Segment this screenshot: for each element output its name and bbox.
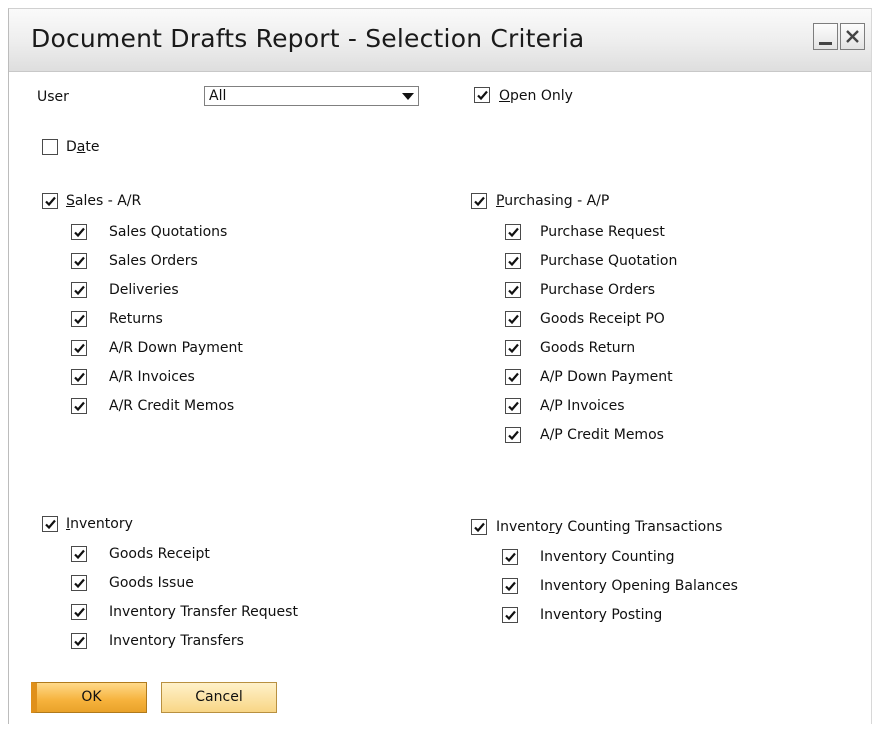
- cancel-button[interactable]: Cancel: [161, 682, 277, 713]
- checkmark-icon: [474, 196, 485, 207]
- goods-return-label[interactable]: Goods Return: [540, 339, 635, 357]
- inventory-transfers-checkbox[interactable]: [71, 633, 87, 649]
- checkmark-icon: [508, 227, 519, 238]
- checkmark-icon: [505, 610, 516, 621]
- inventory-counting-transactions-checkbox[interactable]: [471, 519, 487, 535]
- checkmark-icon: [74, 285, 85, 296]
- a-r-credit-memos-label[interactable]: A/R Credit Memos: [109, 397, 234, 415]
- purchase-quotation-checkbox[interactable]: [505, 253, 521, 269]
- checkmark-icon: [74, 607, 85, 618]
- a-r-invoices-label[interactable]: A/R Invoices: [109, 368, 195, 386]
- checkmark-icon: [74, 549, 85, 560]
- inventory-opening-balances-checkbox[interactable]: [502, 578, 518, 594]
- checkmark-icon: [508, 314, 519, 325]
- date-label[interactable]: Date: [66, 138, 99, 156]
- sales-quotations-checkbox[interactable]: [71, 224, 87, 240]
- minimize-icon: [819, 42, 832, 45]
- goods-receipt-label[interactable]: Goods Receipt: [109, 545, 210, 563]
- checkmark-icon: [508, 256, 519, 267]
- sales-ar-label[interactable]: Sales - A/R: [66, 192, 141, 210]
- a-p-invoices-checkbox[interactable]: [505, 398, 521, 414]
- goods-receipt-checkbox[interactable]: [71, 546, 87, 562]
- inventory-counting-label[interactable]: Inventory Counting: [540, 548, 675, 566]
- a-p-down-payment-label[interactable]: A/P Down Payment: [540, 368, 673, 386]
- inventory-posting-checkbox[interactable]: [502, 607, 518, 623]
- a-r-invoices-checkbox[interactable]: [71, 369, 87, 385]
- checkmark-icon: [74, 227, 85, 238]
- returns-checkbox[interactable]: [71, 311, 87, 327]
- ok-button[interactable]: OK: [31, 682, 147, 713]
- checkmark-icon: [508, 343, 519, 354]
- open-only-checkbox[interactable]: [474, 87, 490, 103]
- inventory-transfers-label[interactable]: Inventory Transfers: [109, 632, 244, 650]
- deliveries-checkbox[interactable]: [71, 282, 87, 298]
- checkmark-icon: [74, 343, 85, 354]
- user-label: User: [37, 89, 69, 105]
- checkmark-icon: [505, 552, 516, 563]
- goods-receipt-po-checkbox[interactable]: [505, 311, 521, 327]
- inventory-opening-balances-label[interactable]: Inventory Opening Balances: [540, 577, 738, 595]
- purchase-orders-label[interactable]: Purchase Orders: [540, 281, 655, 299]
- deliveries-label[interactable]: Deliveries: [109, 281, 179, 299]
- a-p-credit-memos-label[interactable]: A/P Credit Memos: [540, 426, 664, 444]
- checkmark-icon: [508, 285, 519, 296]
- title-bar[interactable]: Document Drafts Report - Selection Crite…: [9, 9, 871, 72]
- inventory-counting-transactions-label[interactable]: Inventory Counting Transactions: [496, 518, 722, 536]
- checkmark-icon: [508, 430, 519, 441]
- inventory-transfer-request-label[interactable]: Inventory Transfer Request: [109, 603, 298, 621]
- purchase-orders-checkbox[interactable]: [505, 282, 521, 298]
- inventory-counting-checkbox[interactable]: [502, 549, 518, 565]
- returns-label[interactable]: Returns: [109, 310, 163, 328]
- user-dropdown-value: All: [209, 88, 227, 104]
- checkmark-icon: [508, 372, 519, 383]
- sales-quotations-label[interactable]: Sales Quotations: [109, 223, 227, 241]
- checkmark-icon: [74, 401, 85, 412]
- goods-receipt-po-label[interactable]: Goods Receipt PO: [540, 310, 665, 328]
- a-p-credit-memos-checkbox[interactable]: [505, 427, 521, 443]
- sales-orders-label[interactable]: Sales Orders: [109, 252, 198, 270]
- checkmark-icon: [45, 196, 56, 207]
- a-r-down-payment-checkbox[interactable]: [71, 340, 87, 356]
- checkmark-icon: [74, 256, 85, 267]
- a-p-invoices-label[interactable]: A/P Invoices: [540, 397, 625, 415]
- checkmark-icon: [505, 581, 516, 592]
- purchasing-ap-checkbox[interactable]: [471, 193, 487, 209]
- purchase-quotation-label[interactable]: Purchase Quotation: [540, 252, 677, 270]
- goods-return-checkbox[interactable]: [505, 340, 521, 356]
- window-title: Document Drafts Report - Selection Crite…: [31, 24, 585, 53]
- dropdown-arrow-icon[interactable]: [402, 93, 414, 100]
- inventory-checkbox[interactable]: [42, 516, 58, 532]
- checkmark-icon: [74, 636, 85, 647]
- close-icon: [846, 30, 859, 43]
- inventory-label[interactable]: Inventory: [66, 515, 133, 533]
- inventory-posting-label[interactable]: Inventory Posting: [540, 606, 662, 624]
- inventory-transfer-request-checkbox[interactable]: [71, 604, 87, 620]
- sales-orders-checkbox[interactable]: [71, 253, 87, 269]
- checkmark-icon: [74, 372, 85, 383]
- a-r-down-payment-label[interactable]: A/R Down Payment: [109, 339, 243, 357]
- sales-ar-checkbox[interactable]: [42, 193, 58, 209]
- a-p-down-payment-checkbox[interactable]: [505, 369, 521, 385]
- checkmark-icon: [477, 90, 488, 101]
- a-r-credit-memos-checkbox[interactable]: [71, 398, 87, 414]
- open-only-label[interactable]: Open Only: [499, 87, 573, 105]
- checkmark-icon: [45, 519, 56, 530]
- purchase-request-label[interactable]: Purchase Request: [540, 223, 665, 241]
- checkmark-icon: [74, 314, 85, 325]
- checkmark-icon: [474, 522, 485, 533]
- user-dropdown[interactable]: All: [204, 86, 419, 106]
- checkmark-icon: [508, 401, 519, 412]
- date-checkbox[interactable]: [42, 139, 58, 155]
- selection-criteria-window: Document Drafts Report - Selection Crite…: [8, 8, 872, 724]
- purchase-request-checkbox[interactable]: [505, 224, 521, 240]
- goods-issue-label[interactable]: Goods Issue: [109, 574, 194, 592]
- minimize-button[interactable]: [813, 23, 838, 50]
- checkmark-icon: [74, 578, 85, 589]
- close-button[interactable]: [840, 23, 865, 50]
- purchasing-ap-label[interactable]: Purchasing - A/P: [496, 192, 609, 210]
- goods-issue-checkbox[interactable]: [71, 575, 87, 591]
